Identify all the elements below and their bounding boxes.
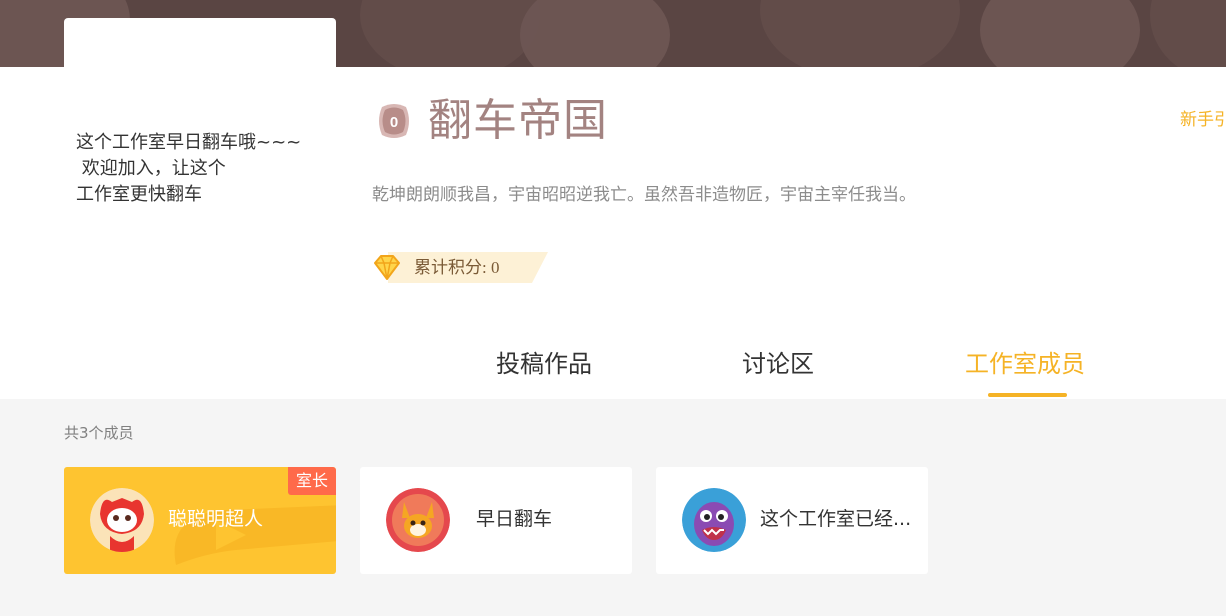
studio-cover-card	[64, 18, 336, 138]
banner-decor	[980, 0, 1140, 67]
members-count: 共3个成员	[64, 424, 134, 442]
description-line: 欢迎加入，让这个	[76, 158, 226, 179]
score-text: 累计积分: 0	[414, 258, 500, 277]
orange-fox-avatar-icon	[386, 488, 450, 552]
level-badge-number: 0	[390, 114, 398, 131]
member-avatar	[386, 488, 450, 552]
owner-badge: 室长	[288, 467, 336, 495]
member-name: 早日翻车	[476, 508, 553, 530]
tab-studio-members[interactable]: 工作室成员	[965, 346, 1085, 382]
member-card[interactable]: 这个工作室已经...	[656, 467, 928, 574]
level-badge-icon: 0	[379, 104, 409, 138]
banner-decor	[520, 0, 670, 67]
purple-monster-avatar-icon	[682, 488, 746, 552]
active-tab-indicator	[988, 393, 1067, 397]
member-name: 这个工作室已经...	[760, 508, 912, 530]
banner-decor	[1150, 0, 1226, 67]
member-name: 聪聪明超人	[168, 508, 264, 530]
red-fox-avatar-icon	[90, 488, 154, 552]
tab-discussion[interactable]: 讨论区	[742, 346, 814, 382]
banner-decor	[760, 0, 960, 67]
description-line: 这个工作室早日翻车哦~~~	[76, 132, 302, 153]
member-avatar	[90, 488, 154, 552]
newbie-guide-link[interactable]: 新手引	[1180, 108, 1226, 132]
studio-name: 翻车帝国	[428, 95, 608, 146]
studio-motto: 乾坤朗朗顺我昌，宇宙昭昭逆我亡。虽然吾非造物匠，宇宙主宰任我当。	[372, 185, 916, 205]
member-card[interactable]: 早日翻车	[360, 467, 632, 574]
diamond-icon	[374, 255, 400, 280]
member-avatar	[682, 488, 746, 552]
tab-submitted-works[interactable]: 投稿作品	[496, 346, 592, 382]
studio-description: 这个工作室早日翻车哦~~~ 欢迎加入，让这个 工作室更快翻车	[76, 130, 336, 208]
member-card-owner[interactable]: 聪聪明超人 室长	[64, 467, 336, 574]
description-line: 工作室更快翻车	[76, 184, 202, 205]
banner-decor	[360, 0, 540, 67]
